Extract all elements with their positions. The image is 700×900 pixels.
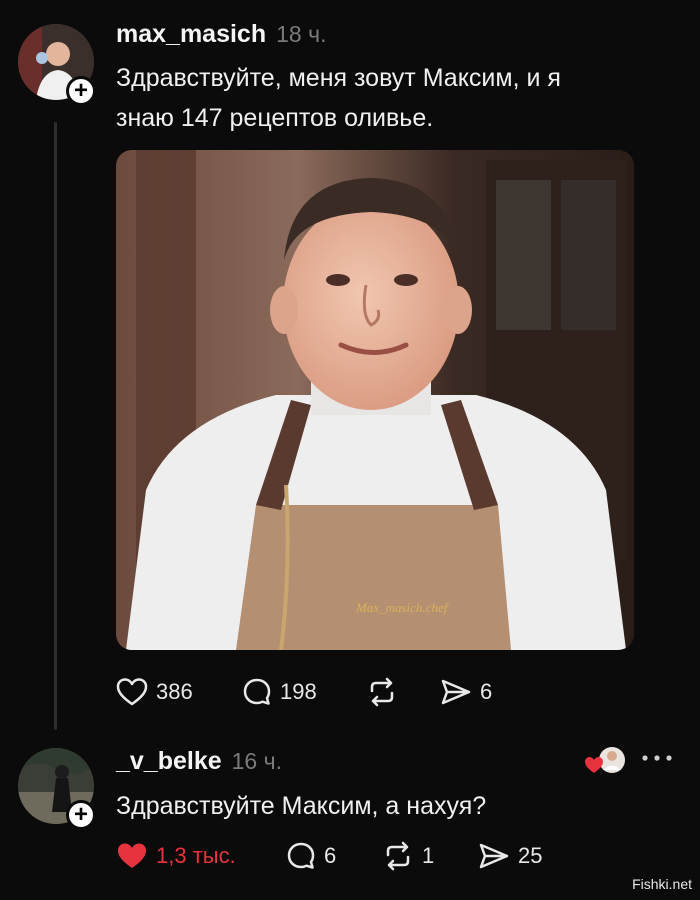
share-count: 6 (480, 679, 493, 704)
repost-count: 1 (422, 843, 435, 868)
post-text: Здравствуйте, меня зовут Максим, и я зна… (116, 58, 676, 138)
reply-comment-button[interactable]: 6 (286, 841, 336, 871)
like-count: 1,3 тыс. (156, 843, 236, 868)
repost-button[interactable] (366, 677, 398, 707)
author-like-icon (585, 747, 625, 773)
watermark: Fishki.net (632, 876, 692, 892)
send-icon (441, 679, 471, 705)
share-button[interactable]: 6 (440, 677, 492, 707)
comment-button[interactable]: 198 (242, 677, 317, 707)
post-text-line-2: знаю 147 рецептов оливье. (116, 104, 434, 132)
more-icon (642, 755, 672, 761)
more-options-button[interactable] (640, 748, 674, 773)
reply-repost-button[interactable]: 1 (382, 841, 434, 871)
follow-plus-icon[interactable]: + (66, 76, 96, 106)
post-text-line-1: Здравствуйте, меня зовут Максим, и я (116, 64, 561, 92)
thread-line (54, 122, 57, 730)
timestamp: 16 ч. (231, 748, 282, 774)
heart-icon (118, 843, 146, 868)
send-icon (479, 843, 509, 869)
share-count: 25 (518, 843, 543, 868)
repost-icon (370, 677, 394, 707)
follow-plus-icon[interactable]: + (66, 800, 96, 830)
reply-share-button[interactable]: 25 (478, 841, 542, 871)
comment-count: 6 (324, 843, 337, 868)
chef-photo: Max_masich.chef (116, 150, 634, 650)
username[interactable]: _v_belke (116, 747, 222, 776)
post-header: max_masich 18 ч. (116, 20, 326, 49)
comment-count: 198 (280, 679, 317, 704)
reply-text: Здравствуйте Максим, а нахуя? (116, 792, 487, 820)
reply-like-button[interactable]: 1,3 тыс. (116, 841, 236, 871)
apron-caption: Max_masich.chef (355, 600, 450, 615)
heart-icon (116, 678, 148, 706)
timestamp: 18 ч. (276, 21, 327, 47)
comment-icon (287, 842, 315, 869)
username[interactable]: max_masich (116, 20, 266, 49)
like-count: 386 (156, 679, 193, 704)
author-liked-indicator (584, 744, 628, 778)
comment-icon (243, 678, 271, 705)
like-button[interactable]: 386 (116, 677, 193, 707)
post-photo[interactable]: Max_masich.chef (116, 150, 634, 650)
repost-icon (386, 841, 410, 871)
reply-header: _v_belke 16 ч. (116, 747, 282, 776)
